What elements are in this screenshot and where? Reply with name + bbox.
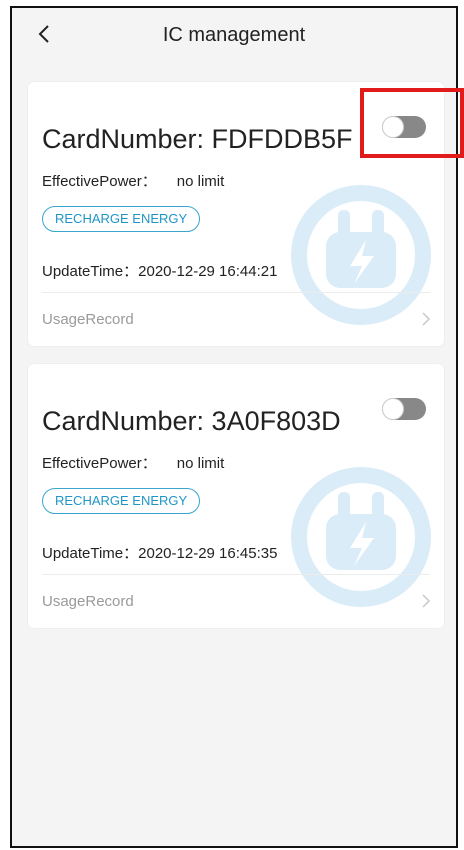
usage-record-label: UsageRecord [42,311,134,328]
recharge-energy-button[interactable]: RECHARGE ENERGY [42,488,201,514]
toggle-knob [383,117,403,137]
recharge-energy-button[interactable]: RECHARGE ENERGY [42,206,201,232]
effective-power-label: EffectivePower： [42,455,157,472]
chevron-right-icon [422,312,431,326]
usage-record-link[interactable]: UsageRecord [28,293,444,345]
usage-record-label: UsageRecord [42,593,134,610]
effective-power-row: EffectivePower： no limit [42,170,224,191]
ic-card: CardNumber: 3A0F803D EffectivePower： no l… [28,364,444,628]
chevron-right-icon [422,594,431,608]
update-time: UpdateTime：2020-12-29 16:44:21 [42,263,278,280]
page-title: IC management [162,24,306,46]
effective-power-label: EffectivePower： [42,173,157,190]
usage-record-link[interactable]: UsageRecord [28,575,444,627]
card-number: CardNumber: 3A0F803D [42,406,341,436]
phone-screen: IC management CardNumber: FDFDDB5F Effec… [10,6,458,848]
card-number: CardNumber: FDFDDB5F [42,124,353,154]
update-time: UpdateTime：2020-12-29 16:45:35 [42,545,278,562]
effective-power-value: no limit [176,173,225,190]
ic-card: CardNumber: FDFDDB5F EffectivePower： no l… [28,82,444,346]
effective-power-row: EffectivePower： no limit [42,452,224,473]
top-bar: IC management [12,8,456,64]
card-enable-toggle[interactable] [382,398,426,420]
toggle-knob [383,399,403,419]
effective-power-value: no limit [176,455,225,472]
card-enable-toggle[interactable] [382,116,426,138]
